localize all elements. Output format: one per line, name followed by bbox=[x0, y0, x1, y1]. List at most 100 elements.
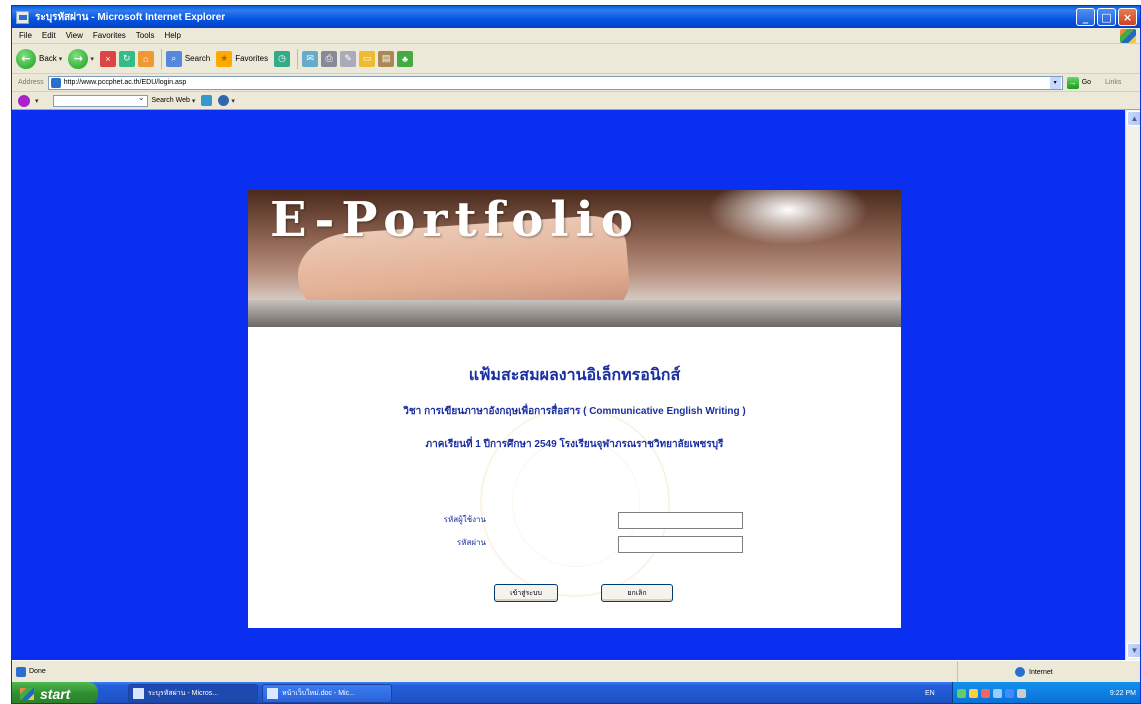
taskbar-item-word[interactable]: หน้าเว็บใหม่.doc - Mic... bbox=[262, 684, 392, 703]
help-icon[interactable] bbox=[218, 95, 230, 106]
research-icon[interactable]: ▤ bbox=[378, 50, 395, 67]
maximize-button[interactable]: □ bbox=[1097, 8, 1116, 26]
mail-toolbar-icon[interactable] bbox=[201, 95, 213, 106]
messenger-tray-icon[interactable] bbox=[1004, 689, 1014, 698]
password-label: รหัสผ่าน bbox=[456, 538, 486, 547]
screenshot-frame: ระบุรหัสผ่าน - Microsoft Internet Explor… bbox=[0, 0, 1141, 704]
favorites-star-icon: ★ bbox=[216, 50, 233, 67]
ie-task-icon bbox=[133, 688, 144, 699]
edit-icon[interactable]: ✎ bbox=[340, 50, 357, 67]
folder-icon[interactable]: ▭ bbox=[359, 50, 376, 67]
search-web-input[interactable] bbox=[52, 93, 148, 107]
menu-tools[interactable]: Tools bbox=[136, 31, 155, 40]
vertical-scrollbar[interactable]: ▲ ▼ bbox=[1125, 110, 1140, 660]
stop-icon[interactable]: × bbox=[99, 50, 116, 67]
internet-globe-icon bbox=[1015, 667, 1025, 677]
window-controls: _ □ × bbox=[1076, 8, 1137, 26]
search-label: Search bbox=[184, 54, 211, 63]
page-viewport: E-Portfolio แฟ้มสะสมผลงานอิเล็กทรอนิกส์ … bbox=[12, 110, 1125, 660]
language-indicator[interactable]: EN bbox=[925, 690, 935, 697]
e-portfolio-banner: E-Portfolio bbox=[248, 190, 901, 327]
favorites-button[interactable]: ★ Favorites bbox=[216, 50, 269, 67]
menu-favorites[interactable]: Favorites bbox=[93, 31, 126, 40]
system-tray: EN 9:22 PM bbox=[925, 682, 1140, 703]
menu-bar: File Edit View Favorites Tools Help bbox=[12, 28, 1140, 44]
subject-line: วิชา การเขียนภาษาอังกฤษเพื่อการสื่อสาร (… bbox=[403, 406, 746, 417]
volume-icon[interactable] bbox=[992, 689, 1002, 698]
term-line: ภาคเรียนที่ 1 ปีการศึกษา 2549 โรงเรียนจุ… bbox=[425, 439, 724, 450]
back-arrow-icon: ← bbox=[16, 48, 36, 69]
help-dropdown-icon[interactable]: ▾ bbox=[231, 97, 235, 105]
logo-dropdown-icon[interactable]: ▾ bbox=[35, 97, 39, 105]
forward-dropdown-icon[interactable]: ▾ bbox=[90, 55, 94, 63]
taskbar-item-ie[interactable]: ระบุรหัสผ่าน - Micros... bbox=[128, 684, 258, 703]
scroll-up-icon[interactable]: ▲ bbox=[1127, 111, 1140, 126]
menu-help[interactable]: Help bbox=[164, 31, 180, 40]
laptop-image bbox=[248, 300, 901, 327]
messenger-icon[interactable]: ♣ bbox=[397, 50, 414, 67]
search-web-button[interactable]: Search Web bbox=[152, 97, 190, 104]
e-portfolio-logo: E-Portfolio bbox=[270, 192, 640, 248]
word-task-icon bbox=[267, 688, 278, 699]
zone-label: Internet bbox=[1029, 668, 1053, 676]
title-bar[interactable]: ระบุรหัสผ่าน - Microsoft Internet Explor… bbox=[12, 6, 1140, 28]
search-toolbar: ▾ Search Web ▾ ▾ bbox=[12, 92, 1140, 110]
search-web-dropdown-icon[interactable]: ▾ bbox=[192, 97, 196, 105]
clock: 9:22 PM bbox=[1109, 690, 1136, 697]
go-button[interactable]: Go bbox=[1082, 79, 1091, 86]
toolbar-separator bbox=[160, 48, 162, 69]
network-icon[interactable] bbox=[956, 689, 966, 698]
minimize-button[interactable]: _ bbox=[1076, 8, 1095, 26]
status-text: Done bbox=[29, 668, 46, 675]
windows-logo-icon bbox=[1120, 29, 1136, 43]
search-button[interactable]: ⌕ Search bbox=[165, 50, 211, 67]
taskbar: start ระบุรหัสผ่าน - Micros... หน้าเว็บใ… bbox=[12, 682, 1140, 703]
address-input[interactable]: http://www.pccphet.ac.th/EDU/login.asp ▾ bbox=[47, 75, 1063, 90]
forward-button[interactable]: → ▾ bbox=[68, 48, 94, 69]
search-toolbar-logo-icon[interactable] bbox=[18, 94, 30, 107]
mail-icon[interactable]: ✉ bbox=[302, 50, 319, 67]
display-icon[interactable] bbox=[1016, 689, 1026, 698]
shield-icon[interactable] bbox=[968, 689, 978, 698]
task-label: หน้าเว็บใหม่.doc - Mic... bbox=[282, 690, 355, 697]
username-field[interactable] bbox=[618, 512, 743, 529]
links-button[interactable]: Links bbox=[1105, 79, 1121, 86]
history-icon[interactable]: ◷ bbox=[274, 50, 291, 67]
toolbar-separator bbox=[297, 48, 299, 69]
antivirus-icon[interactable] bbox=[980, 689, 990, 698]
window-title: ระบุรหัสผ่าน - Microsoft Internet Explor… bbox=[35, 11, 226, 23]
refresh-icon[interactable]: ↻ bbox=[118, 50, 135, 67]
page-status-icon bbox=[16, 666, 26, 677]
start-label: start bbox=[40, 685, 71, 702]
page-icon bbox=[50, 77, 61, 88]
back-dropdown-icon[interactable]: ▾ bbox=[59, 55, 63, 63]
address-label: Address bbox=[18, 79, 44, 86]
scroll-down-icon[interactable]: ▼ bbox=[1127, 643, 1140, 658]
task-label: ระบุรหัสผ่าน - Micros... bbox=[148, 690, 219, 697]
password-field[interactable] bbox=[618, 536, 743, 553]
go-arrow-icon[interactable]: → bbox=[1066, 76, 1079, 89]
security-zone: Internet bbox=[957, 661, 1140, 683]
print-icon[interactable]: ⎙ bbox=[321, 50, 338, 67]
address-url: http://www.pccphet.ac.th/EDU/login.asp bbox=[63, 79, 187, 86]
home-icon[interactable]: ⌂ bbox=[137, 50, 154, 67]
back-button[interactable]: ← Back ▾ bbox=[16, 48, 63, 69]
start-button[interactable]: start bbox=[12, 682, 98, 703]
username-label: รหัสผู้ใช้งาน bbox=[443, 515, 486, 524]
menu-edit[interactable]: Edit bbox=[42, 31, 56, 40]
menu-file[interactable]: File bbox=[19, 31, 32, 40]
favorites-label: Favorites bbox=[235, 54, 269, 63]
close-button[interactable]: × bbox=[1118, 8, 1137, 26]
windows-flag-icon bbox=[20, 687, 34, 700]
ie-window: ระบุรหัสผ่าน - Microsoft Internet Explor… bbox=[11, 5, 1141, 704]
search-icon: ⌕ bbox=[165, 50, 182, 67]
school-seal-watermark bbox=[480, 407, 670, 597]
login-button[interactable]: เข้าสู่ระบบ bbox=[494, 584, 558, 602]
menu-view[interactable]: View bbox=[66, 31, 83, 40]
status-bar: Done Internet bbox=[12, 660, 1140, 683]
address-dropdown-icon[interactable]: ▾ bbox=[1049, 76, 1061, 89]
standard-toolbar: ← Back ▾ → ▾ × ↻ ⌂ ⌕ Search ★ Favorites … bbox=[12, 44, 1140, 74]
address-bar: Address http://www.pccphet.ac.th/EDU/log… bbox=[12, 74, 1140, 92]
login-card: E-Portfolio แฟ้มสะสมผลงานอิเล็กทรอนิกส์ … bbox=[248, 190, 901, 628]
cancel-button[interactable]: ยกเลิก bbox=[601, 584, 673, 602]
